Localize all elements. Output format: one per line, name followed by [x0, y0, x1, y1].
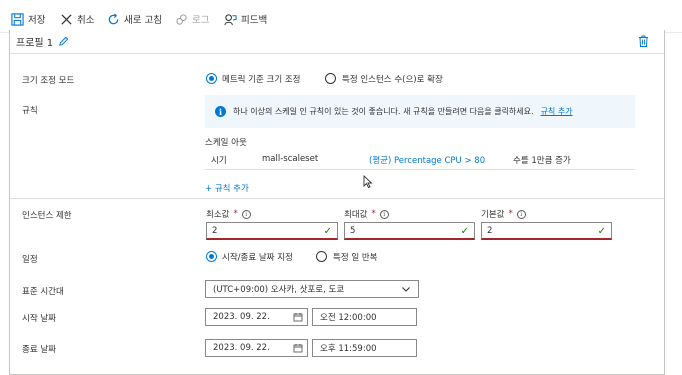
max-instances-input[interactable]: 5 ✓ [344, 222, 475, 240]
schedule-label: 일정 [22, 255, 38, 265]
logs-label: 로그 [192, 15, 210, 26]
start-time-input[interactable]: 오전 12:00:00 [312, 308, 417, 326]
max-label: 최대값 * i [344, 208, 389, 220]
required-mark: * [233, 209, 238, 219]
refresh-label: 새로 고침 [124, 15, 162, 26]
info-text: 하나 이상의 스케일 인 규칙이 있는 것이 좋습니다. 새 규칙을 만들려면 … [233, 107, 534, 116]
schedule-repeat-label: 특정 일 반복 [333, 253, 378, 263]
max-value: 5 [350, 225, 356, 236]
required-mark: * [508, 209, 513, 219]
info-icon: i [215, 106, 226, 117]
divider [10, 198, 664, 199]
save-icon [11, 12, 24, 26]
save-label: 저장 [28, 15, 46, 26]
save-button[interactable]: 저장 [11, 11, 45, 27]
start-time-value: 오전 12:00:00 [320, 313, 377, 323]
scale-mode-label: 크기 조정 모드 [22, 76, 75, 86]
schedule-dates-radio[interactable] [206, 251, 217, 262]
checkmark-icon: ✓ [460, 226, 469, 237]
min-instances-input[interactable]: 2 ✓ [206, 222, 338, 240]
min-label-text: 최소값 [206, 210, 230, 220]
end-date-value: 2023. 09. 22. [213, 343, 270, 353]
scale-mode-metric-label: 메트릭 기준 크기 조정 [222, 75, 301, 85]
end-date-input[interactable]: 2023. 09. 22. [205, 339, 308, 357]
close-icon [61, 13, 72, 25]
scale-mode-count-radio[interactable] [325, 73, 336, 84]
max-label-text: 최대값 [344, 210, 368, 220]
end-time-input[interactable]: 오후 11:59:00 [312, 339, 417, 357]
add-rule-button[interactable]: + 규칙 추가 [205, 182, 249, 194]
info-icon: i [241, 209, 251, 219]
divider [10, 53, 664, 54]
info-icon: i [516, 209, 526, 219]
scale-mode-count-label: 특정 인스턴스 수(으)로 확장 [342, 75, 443, 85]
rule-when: 시기 [211, 156, 227, 166]
info-message-bar: i 하나 이상의 스케일 인 규칙이 있는 것이 좋습니다. 새 규칙을 만들려… [205, 95, 635, 128]
start-date-value: 2023. 09. 22. [213, 312, 270, 322]
default-value: 2 [487, 225, 493, 236]
default-instances-input[interactable]: 2 ✓ [481, 222, 612, 240]
timezone-dropdown[interactable]: (UTC+09:00) 오사카, 삿포로, 도쿄 [205, 280, 419, 298]
timezone-value: (UTC+09:00) 오사카, 삿포로, 도쿄 [213, 285, 345, 295]
start-date-label: 시작 날짜 [22, 314, 56, 324]
start-date-input[interactable]: 2023. 09. 22. [205, 308, 308, 326]
timezone-label: 표준 시간대 [22, 287, 64, 297]
logs-button[interactable]: 로그 [175, 11, 209, 27]
refresh-button[interactable]: 새로 고침 [107, 11, 162, 27]
rules-label: 규칙 [22, 106, 38, 116]
profile-name: 프로필 1 [16, 38, 54, 49]
chevron-down-icon [402, 287, 410, 292]
schedule-repeat-radio[interactable] [316, 251, 327, 262]
profile-title: 프로필 1 [16, 34, 69, 49]
default-label: 기본값 * i [481, 208, 526, 220]
edit-icon[interactable] [58, 36, 69, 47]
rule-action: 수를 1만큼 증가 [513, 156, 571, 166]
delete-icon[interactable] [638, 35, 649, 47]
min-value: 2 [212, 225, 218, 236]
cancel-label: 취소 [77, 15, 95, 26]
scale-mode-metric-radio[interactable] [206, 73, 217, 84]
cancel-button[interactable]: 취소 [60, 11, 94, 27]
end-time-value: 오후 11:59:00 [320, 344, 377, 354]
checkmark-icon: ✓ [597, 226, 606, 237]
command-bar: 저장 취소 새로 고침 로그 피드백 [0, 0, 682, 33]
add-rule-link[interactable]: 규칙 추가 [541, 106, 573, 117]
checkmark-icon: ✓ [323, 226, 332, 237]
mouse-pointer-icon [363, 175, 373, 189]
schedule-dates-label: 시작/종료 날짜 지정 [222, 253, 293, 263]
instance-limits-label: 인스턴스 제한 [22, 211, 72, 221]
default-label-text: 기본값 [481, 210, 505, 220]
rule-resource: mall-scaleset [262, 154, 319, 164]
feedback-icon [224, 13, 237, 25]
required-mark: * [371, 209, 376, 219]
min-label: 최소값 * i [206, 208, 251, 220]
info-icon: i [379, 209, 389, 219]
refresh-icon [108, 13, 119, 24]
calendar-icon[interactable] [293, 312, 303, 322]
logs-icon [176, 13, 187, 25]
end-date-label: 종료 날짜 [22, 345, 56, 355]
feedback-label: 피드백 [241, 15, 268, 26]
rule-metric-link[interactable]: (평균) Percentage CPU > 80 [369, 154, 485, 166]
scale-out-heading: 스케일 아웃 [205, 138, 247, 148]
feedback-button[interactable]: 피드백 [224, 11, 267, 27]
rules-divider [205, 169, 635, 170]
calendar-icon[interactable] [293, 343, 303, 353]
